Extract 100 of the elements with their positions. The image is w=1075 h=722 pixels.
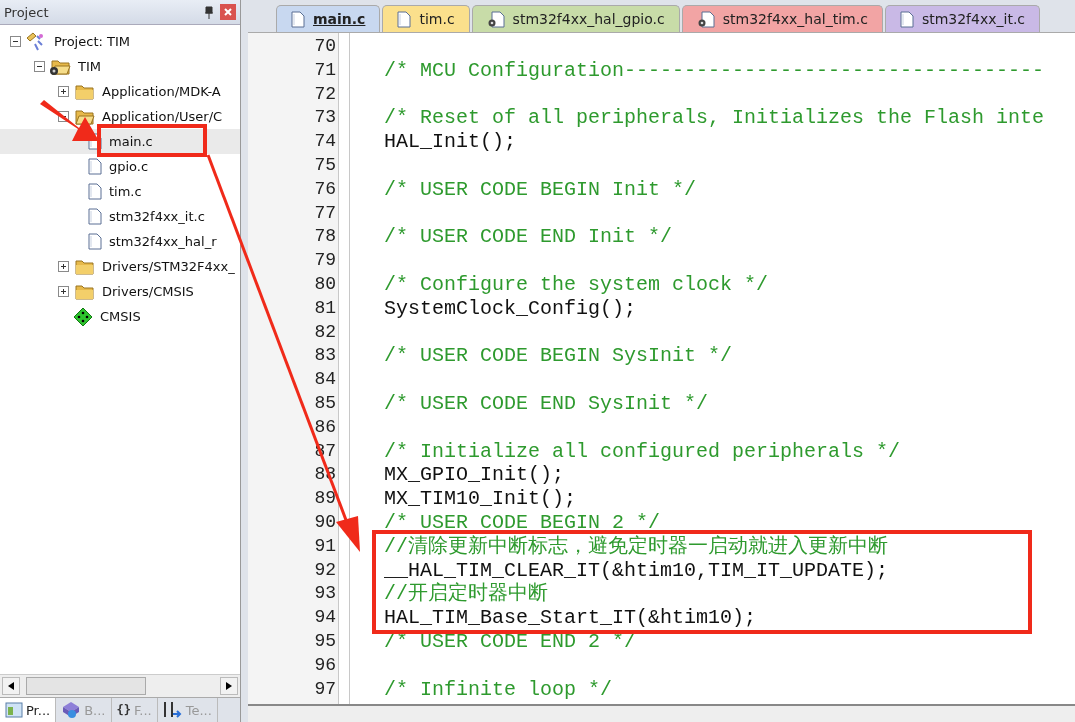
line-number: 71 [313, 58, 337, 82]
tree-item-label: Drivers/CMSIS [101, 283, 195, 300]
right-arrow-icon [226, 682, 232, 690]
line-number: 81 [313, 296, 337, 320]
file-tab-label: stm32f4xx_hal_tim.c [722, 11, 868, 27]
file-tab-label: stm32f4xx_hal_gpio.c [512, 11, 665, 27]
tree-item-label: Application/User/C [101, 108, 224, 125]
panel-tab-label: Te... [185, 702, 212, 718]
expand-icon[interactable] [58, 286, 69, 297]
file-tab-label: main.c [313, 11, 366, 27]
line-number: 78 [313, 225, 337, 249]
folder-icon [73, 257, 95, 276]
line-number: 76 [313, 177, 337, 201]
code-line: HAL_Init(); [384, 130, 517, 154]
diamond-icon [73, 306, 93, 327]
line-number: 83 [313, 344, 337, 368]
code-line: SystemClock_Config(); [384, 296, 637, 321]
tree-item-label: stm32f4xx_it.c [108, 208, 206, 225]
tree-item[interactable]: Drivers/CMSIS [0, 279, 240, 304]
tree-item-label: Application/MDK-A [101, 83, 222, 100]
folder-icon [73, 107, 95, 126]
expand-icon[interactable] [58, 86, 69, 97]
line-number: 85 [313, 391, 337, 415]
tree-item[interactable]: Drivers/STM32F4xx_ [0, 254, 240, 279]
code-line: __HAL_TIM_CLEAR_IT(&htim10,TIM_IT_UPDATE); [384, 558, 889, 582]
line-number: 72 [313, 82, 337, 106]
file-icon [88, 158, 102, 175]
horizontal-scrollbar[interactable] [248, 704, 1075, 722]
panel-tab-label: F... [133, 702, 152, 718]
tree-item[interactable]: stm32f4xx_it.c [0, 204, 240, 229]
scroll-left-button[interactable] [2, 677, 20, 695]
code-comment: /* Initialize all configured peripherals */ [384, 439, 901, 463]
code-line: MX_TIM10_Init(); [384, 487, 577, 511]
line-number: 86 [313, 415, 337, 439]
tree-item[interactable]: TIM [0, 54, 240, 79]
tree-item-label: tim.c [108, 183, 143, 200]
tree-item[interactable]: Application/MDK-A [0, 79, 240, 104]
file-icon [88, 208, 102, 225]
line-number: 92 [313, 558, 337, 582]
line-number: 97 [313, 677, 337, 701]
panel-tab[interactable]: Pr... [0, 698, 57, 722]
tree-item-label: CMSIS [99, 308, 142, 325]
tree-item[interactable]: CMSIS [0, 304, 240, 329]
code-comment: /* Configure the system clock */ [384, 272, 769, 296]
line-number: 82 [313, 320, 337, 344]
code-comment: //开启定时器中断 [384, 582, 548, 606]
expand-icon[interactable] [58, 261, 69, 272]
tree-item-label: stm32f4xx_hal_r [108, 233, 218, 250]
gear-file-icon [486, 10, 505, 28]
braces-icon: {} [116, 703, 131, 717]
code-line: MX_GPIO_Init(); [384, 463, 565, 488]
panel-tab[interactable]: {} F... [111, 698, 158, 722]
code-comment: /* USER CODE BEGIN Init */ [384, 177, 697, 201]
tree-item-label: main.c [108, 133, 154, 150]
collapse-icon[interactable] [34, 61, 45, 72]
line-number: 84 [313, 368, 337, 392]
template-icon [162, 701, 183, 719]
code-comment: /* USER CODE END Init */ [384, 225, 673, 249]
line-number: 90 [313, 510, 337, 534]
line-number: 70 [313, 35, 337, 58]
panel-title: Project [4, 4, 50, 20]
line-number: 79 [313, 249, 337, 273]
tree-item[interactable]: Project: TIM [0, 29, 240, 54]
code-comment: /* Reset of all peripherals, Initializes the Flash inte [384, 106, 1045, 130]
line-number: 93 [313, 582, 337, 606]
tree-item-label: Drivers/STM32F4xx_ [101, 258, 236, 275]
line-number: 96 [313, 653, 337, 677]
code-line: HAL_TIM_Base_Start_IT(&htim10); [384, 606, 757, 630]
scroll-right-button[interactable] [220, 677, 238, 695]
line-number: 74 [313, 130, 337, 154]
tree-item[interactable]: tim.c [0, 179, 240, 204]
line-number: 95 [313, 629, 337, 653]
file-tab[interactable]: tim.c [382, 5, 470, 32]
file-tab[interactable]: main.c [276, 5, 381, 32]
tree-item[interactable]: stm32f4xx_hal_r [0, 229, 240, 254]
file-icon [88, 233, 102, 250]
line-number: 77 [313, 201, 337, 225]
code-comment: /* USER CODE BEGIN 2 */ [384, 510, 661, 534]
code-comment: //清除更新中断标志，避免定时器一启动就进入更新中断 [384, 534, 888, 558]
file-tab[interactable]: stm32f4xx_hal_gpio.c [471, 5, 680, 32]
close-icon[interactable] [220, 4, 236, 20]
line-number: 94 [313, 606, 337, 630]
left-arrow-icon [8, 682, 14, 690]
panel-tab-label: B... [84, 702, 106, 718]
folder-icon [73, 282, 95, 301]
panel-tab-label: Pr... [26, 702, 51, 718]
code-comment: /* MCU Configuration----------------------------------- [384, 58, 1045, 82]
pin-icon[interactable] [204, 5, 214, 19]
folder-icon [49, 57, 71, 76]
collapse-icon[interactable] [10, 36, 21, 47]
tree-item[interactable]: gpio.c [0, 154, 240, 179]
code-comment: /* USER CODE BEGIN SysInit */ [384, 344, 733, 368]
tree-item-label: Project: TIM [53, 33, 131, 50]
file-tab-label: stm32f4xx_it.c [921, 11, 1026, 27]
file-tab[interactable]: stm32f4xx_it.c [884, 5, 1041, 32]
scrollbar-thumb[interactable] [26, 677, 146, 695]
file-icon [88, 183, 102, 200]
arrow [40, 100, 99, 141]
line-number: 75 [313, 154, 337, 177]
file-tab[interactable]: stm32f4xx_hal_tim.c [681, 5, 883, 32]
